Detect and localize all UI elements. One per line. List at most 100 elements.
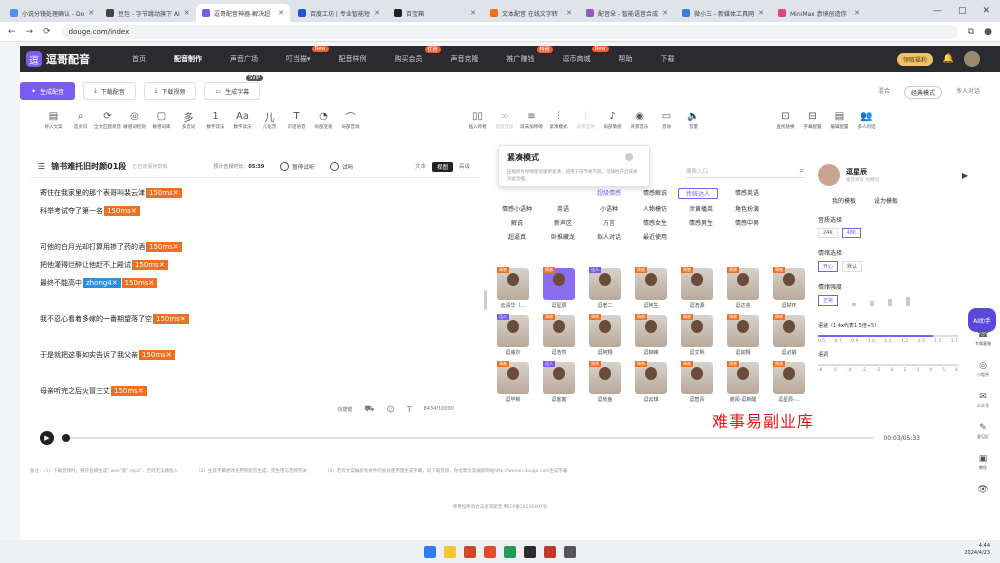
mode-option[interactable]: 经典模式 <box>903 86 942 99</box>
tool-button[interactable]: ∞ 语音连续 <box>491 110 518 131</box>
voice-category[interactable]: 卧推藏龙 <box>540 232 586 241</box>
sidebar-item[interactable]: ✉ 公众号 <box>977 392 989 409</box>
menu-item[interactable]: 购买会员 优惠 <box>395 46 441 64</box>
minimize-icon[interactable]: — <box>933 6 942 16</box>
voice-category[interactable]: 情感英语 <box>724 188 770 199</box>
voice-card[interactable]: 情感 逗毕彬 <box>490 361 536 403</box>
voice-category[interactable]: 情感女生 <box>632 218 678 227</box>
tool-button[interactable]: ▭ 音效 <box>653 110 680 131</box>
sidebar-item[interactable]: 👁 <box>977 485 988 496</box>
folder-icon[interactable] <box>444 545 456 558</box>
text-line[interactable]: 科举考试夺了第一名 150ms✕ <box>40 206 140 216</box>
browser-tab[interactable]: 逗哥配音神器-解决超 ✕ <box>196 4 290 22</box>
voice-category[interactable]: 方言 <box>586 218 632 227</box>
menu-item[interactable]: 逗币商城 New <box>563 46 609 64</box>
rate-24k[interactable]: 24K <box>818 228 838 238</box>
mode-option[interactable]: 混合 <box>878 86 890 99</box>
profile-icon[interactable]: ● <box>984 27 992 37</box>
reload-icon[interactable]: ⟳ <box>43 27 51 37</box>
voice-category[interactable]: 涉黄播英 <box>678 204 724 213</box>
pause-tag[interactable]: 150ms✕ <box>104 206 140 216</box>
pause-tag[interactable]: 150ms✕ <box>146 188 182 198</box>
voice-card[interactable]: 情感 逗好环 <box>766 267 812 309</box>
pause-tag[interactable]: 150ms✕ <box>132 260 168 270</box>
tool-button[interactable]: ≡ 段末加停顿 <box>518 110 545 131</box>
tool-button[interactable]: Aa 数字读法 <box>229 110 256 131</box>
menu-item[interactable]: 下载 <box>661 54 675 64</box>
close-icon[interactable]: ✕ <box>662 9 668 17</box>
browser-tab[interactable]: 文本配音 在线文字转 ✕ <box>484 4 578 22</box>
voice-card[interactable]: 情感 逗阿翔 <box>582 314 628 356</box>
view-option[interactable]: 视图 <box>431 161 453 172</box>
browser-tab[interactable]: 百宝箱 ✕ <box>388 4 482 22</box>
voice-category[interactable]: 人物模仿 <box>632 204 678 213</box>
pause-tag[interactable]: 150ms✕ <box>153 314 189 324</box>
pause-preview-button[interactable]: 暂停试听 <box>280 162 314 171</box>
close-icon[interactable]: ✕ <box>278 9 284 17</box>
maximize-icon[interactable]: ▢ <box>958 6 967 16</box>
text-line[interactable]: 最终不能高中 zhong4✕ 150ms✕ <box>40 278 158 288</box>
tool-button[interactable]: ♪ 局部情感 <box>599 110 626 131</box>
close-icon[interactable]: ✕ <box>566 9 572 17</box>
forward-icon[interactable]: → <box>26 27 34 37</box>
sidebar-item[interactable]: ✎ 意见反 <box>977 423 989 440</box>
tool-button[interactable]: 多多音词 <box>175 110 202 131</box>
bell-icon[interactable]: 🔔 <box>943 54 954 64</box>
menu-item[interactable]: 帮助 <box>619 54 633 64</box>
start-icon[interactable] <box>424 545 436 558</box>
tool-button[interactable]: 儿儿化音 <box>256 110 283 131</box>
menu-item[interactable]: 推广赚钱 特惠 <box>507 46 553 64</box>
voice-card[interactable]: 情感 逗必娟 <box>766 314 812 356</box>
voice-category[interactable]: 传统达人 <box>678 188 718 199</box>
voice-category[interactable]: 情感解说 <box>632 188 678 199</box>
action-button[interactable]: ▭ 生成字幕 SVIP <box>204 75 264 100</box>
app-icon[interactable] <box>484 545 496 558</box>
play-icon[interactable]: ▶ <box>962 171 968 180</box>
tool-button[interactable]: ◔ 局部变速 <box>310 110 337 131</box>
voice-category[interactable]: 英语 <box>540 204 586 213</box>
tool-button[interactable]: ◉ 背景音乐 <box>626 110 653 131</box>
url-field[interactable]: douge.com/index <box>60 24 958 39</box>
menu-item[interactable]: 配音样例 <box>339 54 367 64</box>
close-icon[interactable]: ✕ <box>184 9 190 17</box>
text-line[interactable]: 寄住在我家里的那个表哥叫裴云津 150ms✕ <box>40 188 182 198</box>
capcut-icon[interactable] <box>524 545 536 558</box>
view-option[interactable]: 高级 <box>459 162 470 172</box>
tool-button[interactable]: ▤ 导入文案 <box>40 110 67 131</box>
tool-button[interactable]: ◎ 敏感词检测 <box>121 110 148 131</box>
view-option[interactable]: 文本 <box>415 162 426 172</box>
voice-category[interactable]: 新声区 <box>540 218 586 227</box>
emotion-default[interactable]: 默认 <box>842 261 863 272</box>
close-icon[interactable]: ✕ <box>982 6 990 16</box>
browser-tab[interactable]: 小说分镜处理确认 - Do ✕ <box>4 4 98 22</box>
emoji-icon[interactable]: ☺ <box>386 405 394 414</box>
voice-category[interactable]: 情感小语种 <box>494 204 540 213</box>
rate-48k[interactable]: 48K <box>841 228 862 238</box>
set-template-link[interactable]: 设为模板 <box>874 196 898 205</box>
close-icon[interactable]: ✕ <box>854 9 860 17</box>
voice-card[interactable]: 情感 逗欣鱼 <box>582 361 628 403</box>
close-icon[interactable]: ✕ <box>88 9 94 17</box>
voice-category[interactable]: 最近使用 <box>632 232 678 241</box>
app-icon[interactable] <box>544 545 556 558</box>
voice-category[interactable]: 超逼真 <box>494 232 540 241</box>
voice-category[interactable]: 解说 <box>494 218 540 227</box>
action-button[interactable]: ✦ 生成配音 <box>20 82 76 100</box>
tool-button[interactable]: ⌒ 局部音调 <box>337 110 364 131</box>
voice-category[interactable]: 情感中男 <box>724 218 770 227</box>
voice-card[interactable]: 情感 逗云琪 <box>628 361 674 403</box>
shortcut-button[interactable]: 快捷键 <box>337 406 352 413</box>
progress-track[interactable] <box>62 434 874 442</box>
voice-card[interactable]: 情感 逗柳峰 <box>628 314 674 356</box>
text-line[interactable]: 可他的白月光却打算用掺了药的酒 150ms✕ <box>40 242 182 252</box>
text-line[interactable]: 我不忍心看着多嫁的一番期望落了空 150ms✕ <box>40 314 189 324</box>
powerpoint-icon[interactable] <box>464 545 476 558</box>
browser-tab[interactable]: 豆包 - 字节跳动旗下 AI ✕ <box>100 4 194 22</box>
close-icon[interactable]: ✕ <box>758 9 764 17</box>
sidebar-item[interactable]: ☎ 专属客服 <box>975 330 991 347</box>
tool-button[interactable]: ⊟ 字幕配置 <box>799 110 826 131</box>
tool-button[interactable]: ⟳ 全文匹配发音 <box>94 110 121 131</box>
cart-icon[interactable]: ⛟ <box>364 404 374 414</box>
menu-item[interactable]: 配音制作 <box>174 54 202 64</box>
voice-card[interactable]: 情感 逗达兆 <box>720 267 766 309</box>
